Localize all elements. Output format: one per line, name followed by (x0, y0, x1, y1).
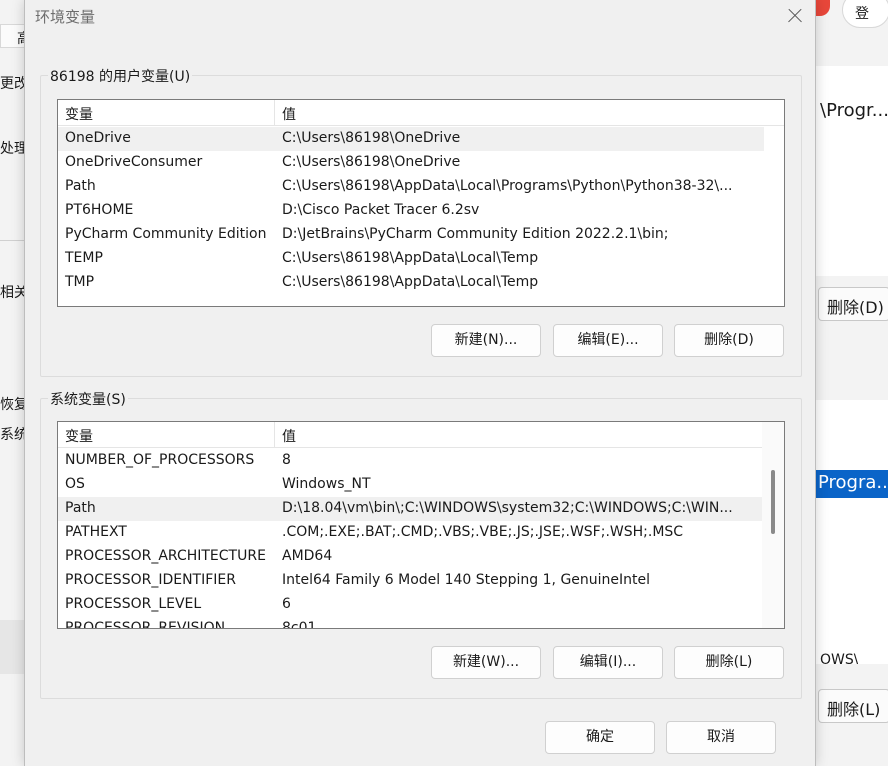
background-right-list-1 (816, 66, 888, 276)
background-divider (0, 240, 24, 241)
var-value: D:\JetBrains\PyCharm Community Edition 2… (282, 226, 669, 242)
var-value: C:\Users\86198\AppData\Local\Temp (282, 250, 539, 266)
system-delete-button[interactable]: 删除(L) (674, 646, 784, 679)
cancel-button[interactable]: 取消 (666, 721, 776, 754)
list-header: 变量 值 (58, 422, 784, 448)
user-var-row[interactable]: PyCharm Community Edition D:\JetBrains\Py… (58, 223, 764, 247)
system-var-row[interactable]: PROCESSOR_ARCHITECTURE AMD64 (58, 545, 764, 569)
var-name: TMP (65, 274, 95, 290)
background-tab[interactable]: 高 (0, 24, 26, 48)
var-name: PROCESSOR_ARCHITECTURE (65, 548, 266, 564)
var-value: C:\Users\86198\AppData\Local\Programs\Py… (282, 178, 733, 194)
system-var-row[interactable]: Path D:\18.04\vm\bin\;C:\WINDOWS\system32… (58, 497, 764, 521)
close-icon[interactable] (785, 6, 805, 26)
column-separator[interactable] (274, 422, 275, 448)
system-edit-button[interactable]: 编辑(I)... (553, 646, 663, 679)
column-header-value[interactable]: 值 (282, 104, 296, 124)
var-value: D:\18.04\vm\bin\;C:\WINDOWS\system32;C:\… (282, 500, 733, 516)
scrollbar-thumb[interactable] (771, 470, 775, 534)
user-delete-button[interactable]: 删除(D) (674, 324, 784, 357)
var-name: PROCESSOR_REVISION (65, 620, 226, 629)
var-name: OneDrive (65, 130, 131, 146)
environment-variables-dialog: 环境变量 86198 的用户变量(U) 变量 值 OneDrive C:\User… (24, 0, 816, 766)
var-value: Windows_NT (282, 476, 371, 492)
background-selected-row[interactable]: Progra... (816, 470, 888, 498)
column-separator[interactable] (274, 100, 275, 126)
background-delete-d-button[interactable]: 删除(D) (818, 287, 888, 321)
var-name: PROCESSOR_IDENTIFIER (65, 572, 236, 588)
ok-button[interactable]: 确定 (545, 721, 655, 754)
var-name: PT6HOME (65, 202, 134, 218)
system-variables-list[interactable]: 变量 值 NUMBER_OF_PROCESSORS 8 OS Windows_NT … (57, 421, 785, 629)
background-right-list-2 (816, 400, 888, 664)
var-name: Path (65, 178, 96, 194)
var-name: Path (65, 500, 96, 516)
var-name: OS (65, 476, 85, 492)
system-new-button[interactable]: 新建(W)... (431, 646, 541, 679)
column-header-name[interactable]: 变量 (65, 426, 93, 446)
var-value: C:\Users\86198\OneDrive (282, 154, 461, 170)
background-gray-block (0, 620, 24, 674)
list-header: 变量 值 (58, 100, 784, 126)
column-header-name[interactable]: 变量 (65, 104, 93, 124)
var-value: C:\Users\86198\AppData\Local\Temp (282, 274, 539, 290)
user-variables-group: 86198 的用户变量(U) 变量 值 OneDrive C:\Users\861… (40, 66, 802, 377)
user-var-row[interactable]: TMP C:\Users\86198\AppData\Local\Temp (58, 271, 764, 295)
user-variables-list[interactable]: 变量 值 OneDrive C:\Users\86198\OneDrive One… (57, 99, 785, 307)
background-delete-l-button[interactable]: 删除(L) (818, 689, 888, 723)
user-var-row[interactable]: PT6HOME D:\Cisco Packet Tracer 6.2sv (58, 199, 764, 223)
user-new-button[interactable]: 新建(N)... (431, 324, 541, 357)
system-variables-group: 系统变量(S) 变量 值 NUMBER_OF_PROCESSORS 8 OS Win… (40, 389, 802, 699)
system-var-row[interactable]: NUMBER_OF_PROCESSORS 8 (58, 449, 764, 473)
user-var-row[interactable]: OneDrive C:\Users\86198\OneDrive (58, 127, 764, 151)
background-right-path: \Progr... (820, 100, 888, 121)
system-var-row[interactable]: PROCESSOR_REVISION 8c01 (58, 617, 764, 629)
var-name: PyCharm Community Edition (65, 226, 267, 242)
background-partial-text: OWS\ (820, 652, 859, 664)
user-edit-button[interactable]: 编辑(E)... (553, 324, 663, 357)
system-var-row[interactable]: PROCESSOR_IDENTIFIER Intel64 Family 6 Mod… (58, 569, 764, 593)
var-value: Intel64 Family 6 Model 140 Stepping 1, G… (282, 572, 651, 588)
var-value: C:\Users\86198\OneDrive (282, 130, 461, 146)
title-bar[interactable]: 环境变量 (25, 0, 815, 32)
system-var-row[interactable]: PROCESSOR_LEVEL 6 (58, 593, 764, 617)
var-value: 6 (282, 596, 291, 612)
user-var-row[interactable]: OneDriveConsumer C:\Users\86198\OneDrive (58, 151, 764, 175)
system-list-scrollbar[interactable] (762, 422, 784, 628)
var-value: 8 (282, 452, 291, 468)
var-name: PATHEXT (65, 524, 127, 540)
var-name: TEMP (65, 250, 103, 266)
user-variables-label: 86198 的用户变量(U) (48, 66, 193, 86)
background-login-button[interactable]: 登 (842, 0, 888, 28)
system-var-row[interactable]: OS Windows_NT (58, 473, 764, 497)
var-value: AMD64 (282, 548, 333, 564)
var-value: 8c01 (282, 620, 317, 629)
var-value: D:\Cisco Packet Tracer 6.2sv (282, 202, 480, 218)
var-value: .COM;.EXE;.BAT;.CMD;.VBS;.VBE;.JS;.JSE;.… (282, 524, 684, 540)
system-variables-label: 系统变量(S) (48, 389, 128, 409)
system-var-row[interactable]: PATHEXT .COM;.EXE;.BAT;.CMD;.VBS;.VBE;.JS… (58, 521, 764, 545)
var-name: PROCESSOR_LEVEL (65, 596, 202, 612)
column-header-value[interactable]: 值 (282, 426, 296, 446)
var-name: OneDriveConsumer (65, 154, 203, 170)
dialog-title: 环境变量 (35, 8, 96, 26)
user-var-row[interactable]: TEMP C:\Users\86198\AppData\Local\Temp (58, 247, 764, 271)
user-var-row[interactable]: Path C:\Users\86198\AppData\Local\Program… (58, 175, 764, 199)
var-name: NUMBER_OF_PROCESSORS (65, 452, 255, 468)
